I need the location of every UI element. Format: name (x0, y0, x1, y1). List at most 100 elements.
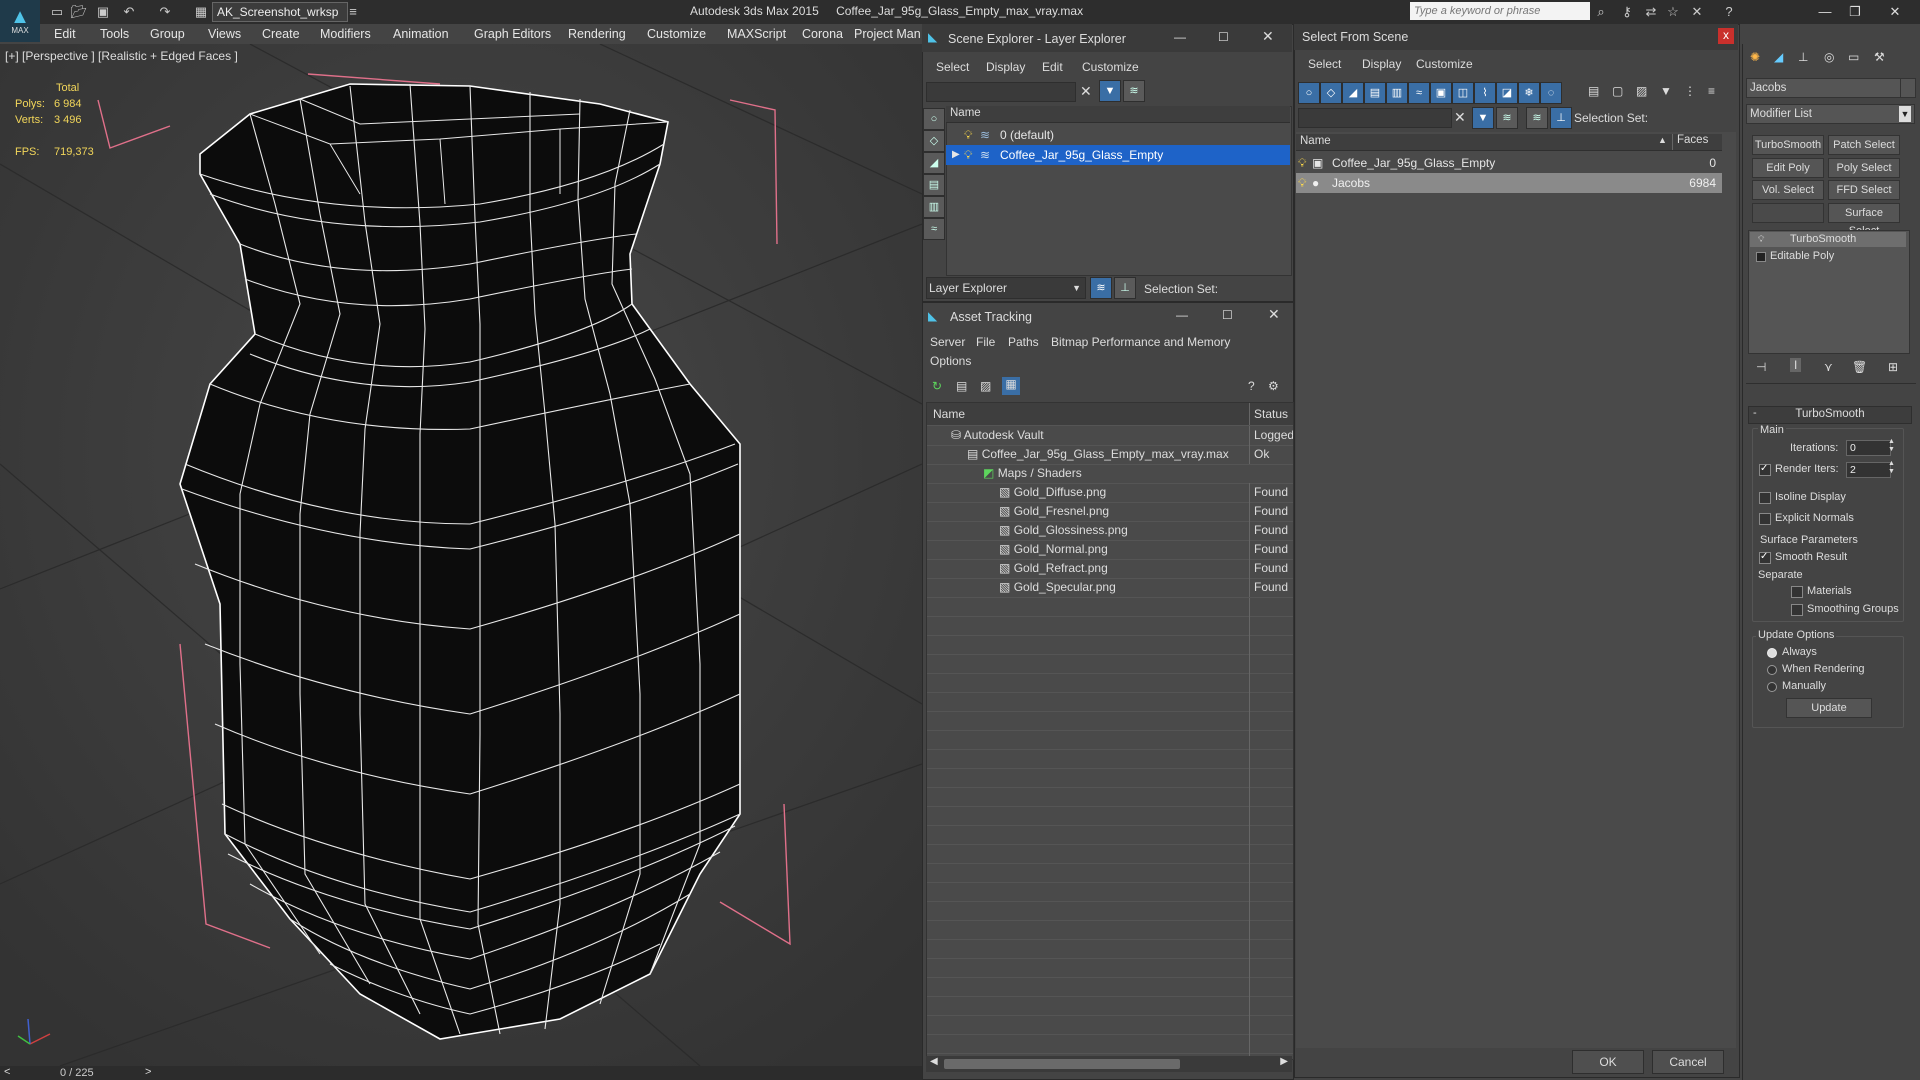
se-menu-customize[interactable]: Customize (1082, 60, 1139, 74)
smooth-result-checkbox[interactable] (1759, 551, 1771, 564)
help-icon[interactable]: ? (1720, 3, 1738, 21)
filter-xrefs-icon[interactable]: ◫ (1452, 82, 1474, 104)
spinner-arrows-icon[interactable]: ▲ ▼ (1888, 460, 1895, 476)
stack-item-turbosmooth[interactable]: 💡︎ TurboSmooth (1750, 232, 1906, 247)
at-minimize-button[interactable]: — (1176, 308, 1188, 322)
sfs-hierarchy-icon[interactable]: ⊥ (1550, 107, 1572, 129)
explicit-normals-checkbox[interactable] (1759, 513, 1771, 525)
surface-select-button[interactable]: Surface Select (1828, 203, 1900, 237)
time-slider[interactable] (0, 1066, 922, 1080)
filter-helpers-icon[interactable]: ▥ (1386, 82, 1408, 104)
sfs-column-faces[interactable]: Faces (1672, 134, 1708, 150)
time-next-icon[interactable]: > (145, 1066, 151, 1078)
exchange-icon[interactable]: ⇄ (1642, 3, 1660, 21)
minimize-button[interactable]: — (1810, 2, 1840, 22)
table-view-icon[interactable]: ▦ (1002, 377, 1020, 395)
se-display-spacewarps-icon[interactable]: ≈ (923, 218, 945, 240)
tools-icon[interactable]: ✕ (1688, 3, 1706, 21)
hierarchy-tab-icon[interactable]: ⊥ (1798, 50, 1808, 64)
object-name-field[interactable]: Jacobs (1746, 78, 1901, 98)
menu-project-manager[interactable]: Project Man (854, 27, 921, 41)
menu-customize[interactable]: Customize (647, 27, 706, 41)
utilities-tab-icon[interactable]: ⚒ (1874, 50, 1885, 64)
table-row[interactable]: ▧ Gold_Specular.png Found (927, 578, 1293, 598)
workspace-menu-icon[interactable]: ≡ (344, 3, 362, 21)
table-row[interactable]: ⛁ Autodesk Vault Logged (927, 426, 1293, 446)
key-icon[interactable]: ⚷ (1618, 3, 1636, 21)
edit-poly-button[interactable]: Edit Poly (1752, 158, 1824, 178)
se-layers-icon[interactable]: ≋ (1123, 80, 1145, 102)
patch-select-button[interactable]: Patch Select (1828, 135, 1900, 155)
modify-tab-icon[interactable]: ◢ (1774, 50, 1783, 64)
sfs-sort-layers-icon[interactable]: ≋ (1526, 107, 1548, 129)
perspective-viewport[interactable] (0, 44, 922, 1066)
table-row[interactable]: ▧ Gold_Refract.png Found (927, 559, 1293, 579)
sfs-search-input[interactable] (1298, 108, 1452, 128)
se-light-bulb-icon[interactable]: 💡︎ (964, 145, 972, 165)
filter-bones-icon[interactable]: ⌇ (1474, 82, 1496, 104)
poly-select-button[interactable]: Poly Select (1828, 158, 1900, 178)
render-iters-spinner[interactable]: 2 (1846, 462, 1891, 478)
table-row[interactable]: ◩ Maps / Shaders (927, 464, 1293, 484)
help-search-input[interactable]: Type a keyword or phrase (1410, 2, 1590, 20)
configure-sets-icon[interactable]: ⊞ (1888, 360, 1898, 374)
modifier-list-dropdown[interactable]: Modifier List ▼ (1746, 104, 1915, 124)
se-display-cameras-icon[interactable]: ▤ (923, 174, 945, 196)
at-menu-options[interactable]: Options (930, 354, 971, 368)
se-layers-mode-icon[interactable]: ≋ (1090, 277, 1112, 299)
menu-rendering[interactable]: Rendering (568, 27, 626, 41)
menu-maxscript[interactable]: MAXScript (727, 27, 786, 41)
se-menu-display[interactable]: Display (986, 60, 1025, 74)
sfs-filter-icon[interactable]: ▼ (1472, 107, 1494, 129)
se-filter-icon[interactable]: ▼ (1099, 80, 1121, 102)
scroll-right-icon[interactable]: ▶ (1280, 1056, 1288, 1067)
turbosmooth-rollout-header[interactable]: - TurboSmooth (1748, 406, 1912, 424)
sfs-row-jacobs[interactable]: 💡︎ ● Jacobs 6984 (1296, 173, 1722, 193)
menu-modifiers[interactable]: Modifiers (320, 27, 371, 41)
se-explorer-dropdown[interactable]: Layer Explorer ▼ (926, 277, 1086, 299)
make-unique-icon[interactable]: ⋎ (1824, 360, 1833, 374)
se-display-lights-icon[interactable]: ◢ (923, 152, 945, 174)
manually-radio[interactable] (1767, 682, 1777, 692)
when-rendering-radio[interactable] (1767, 665, 1777, 675)
light-bulb-icon[interactable]: 💡︎ (1298, 153, 1306, 173)
se-clear-search-icon[interactable]: ✕ (1080, 83, 1092, 100)
new-file-icon[interactable]: ▭ (48, 3, 66, 21)
save-icon[interactable]: ▣ (94, 3, 112, 21)
create-tab-icon[interactable]: ✺ (1750, 50, 1760, 64)
light-bulb-icon[interactable]: 💡︎ (1758, 232, 1764, 247)
sfs-menu-display[interactable]: Display (1362, 57, 1401, 71)
se-close-button[interactable]: ✕ (1262, 28, 1274, 45)
table-row[interactable]: ▧ Gold_Normal.png Found (927, 540, 1293, 560)
select-invert-icon[interactable]: ▨ (1636, 84, 1647, 98)
sfs-column-name[interactable]: Name (1300, 135, 1331, 147)
menu-edit[interactable]: Edit (54, 27, 76, 41)
refresh-icon[interactable]: ↻ (932, 379, 942, 393)
pin-stack-icon[interactable]: ⊣ (1756, 360, 1766, 374)
menu-group[interactable]: Group (150, 27, 185, 41)
filter-geometry-icon[interactable]: ○ (1298, 82, 1320, 104)
ffd-select-button[interactable]: FFD Select (1828, 180, 1900, 200)
cancel-button[interactable]: Cancel (1652, 1050, 1724, 1074)
filter-containers-icon[interactable]: ◪ (1496, 82, 1518, 104)
materials-checkbox[interactable] (1791, 586, 1803, 598)
menu-tools[interactable]: Tools (100, 27, 129, 41)
display-tab-icon[interactable]: ▭ (1848, 50, 1859, 64)
spinner-arrows-icon[interactable]: ▲ ▼ (1888, 438, 1895, 454)
se-menu-select[interactable]: Select (936, 60, 969, 74)
scrollbar-thumb[interactable] (944, 1059, 1180, 1069)
viewport-label[interactable]: [+] [Perspective ] [Realistic + Edged Fa… (5, 49, 238, 63)
close-button[interactable]: ✕ (1880, 2, 1910, 22)
sfs-close-button[interactable]: x (1718, 28, 1734, 44)
undo-icon[interactable]: ↶ (120, 3, 138, 21)
se-display-helpers-icon[interactable]: ▥ (923, 196, 945, 218)
filter-lights-icon[interactable]: ◢ (1342, 82, 1364, 104)
se-row-coffee-jar-layer[interactable]: ▶ 💡︎ ≋ Coffee_Jar_95g_Glass_Empty (946, 145, 1290, 165)
smoothing-groups-checkbox[interactable] (1791, 604, 1803, 616)
menu-animation[interactable]: Animation (393, 27, 449, 41)
open-file-icon[interactable]: 📂︎ (70, 3, 88, 21)
time-prev-icon[interactable]: < (4, 1066, 10, 1078)
vol-select-button[interactable]: Vol. Select (1752, 180, 1824, 200)
at-menu-server[interactable]: Server (930, 335, 965, 349)
motion-tab-icon[interactable]: ◎ (1824, 50, 1834, 64)
